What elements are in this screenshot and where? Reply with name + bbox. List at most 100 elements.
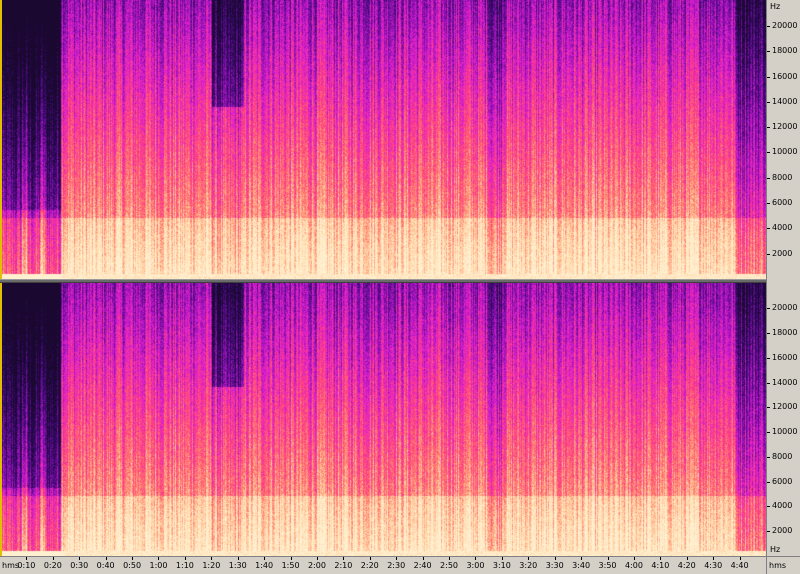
frequency-tick-label: 10000: [772, 427, 798, 437]
time-tick: [105, 557, 107, 560]
frequency-tick-label: 10000: [772, 147, 798, 157]
frequency-tick-label: 12000: [772, 402, 798, 412]
time-tick: [633, 557, 635, 560]
frequency-tick-label: 20000: [772, 20, 798, 30]
time-tick: [528, 557, 530, 560]
frequency-tick: [767, 308, 770, 310]
time-tick: [686, 557, 688, 560]
time-tick-label: 2:50: [440, 561, 459, 570]
time-tick-label: 1:20: [202, 561, 221, 570]
time-tick: [713, 557, 715, 560]
frequency-tick: [767, 357, 770, 359]
frequency-tick: [767, 456, 770, 458]
time-tick: [739, 557, 741, 560]
time-tick-label: 0:30: [70, 561, 89, 570]
time-tick: [52, 557, 54, 560]
time-tick-label: 2:00: [307, 561, 326, 570]
frequency-tick-label: 6000: [772, 476, 793, 486]
frequency-tick: [767, 333, 770, 335]
frequency-tick-label: 4000: [772, 223, 793, 233]
frequency-tick: [767, 506, 770, 508]
time-tick-label: 0:40: [96, 561, 115, 570]
frequency-tick: [767, 25, 770, 27]
frequency-tick: [767, 101, 770, 103]
time-tick-label: 2:20: [360, 561, 379, 570]
frequency-tick: [767, 481, 770, 483]
ruler-corner: hms: [766, 556, 800, 574]
frequency-tick: [767, 177, 770, 179]
time-tick: [316, 557, 318, 560]
time-tick-label: 2:10: [334, 561, 353, 570]
hz-unit-label: Hz: [770, 545, 781, 554]
frequency-tick: [767, 127, 770, 129]
frequency-ruler-top: Hz 20000 18000 16000 14000 12000 10000 8000 600…: [766, 0, 800, 281]
frequency-tick-label: 18000: [772, 46, 798, 56]
time-tick: [26, 557, 28, 560]
frequency-tick-label: 14000: [772, 96, 798, 106]
time-tick-label: 4:40: [730, 561, 749, 570]
time-tick-label: 3:00: [466, 561, 485, 570]
time-tick-label: 3:30: [545, 561, 564, 570]
time-tick: [184, 557, 186, 560]
time-tick-label: 0:50: [123, 561, 142, 570]
frequency-tick: [767, 51, 770, 53]
time-tick: [343, 557, 345, 560]
frequency-tick-label: 16000: [772, 352, 798, 362]
spectrogram-canvas-bottom: [0, 283, 766, 556]
frequency-tick: [767, 432, 770, 434]
time-tick-label: 3:50: [598, 561, 617, 570]
hz-unit-label: Hz: [770, 2, 781, 11]
time-tick-label: 0:20: [43, 561, 62, 570]
frequency-tick-label: 18000: [772, 328, 798, 338]
time-tick: [475, 557, 477, 560]
time-tick-label: 1:10: [175, 561, 194, 570]
frequency-tick-label: 14000: [772, 377, 798, 387]
frequency-tick-label: 4000: [772, 501, 793, 511]
time-tick: [237, 557, 239, 560]
frequency-tick-label: 12000: [772, 122, 798, 132]
frequency-tick-label: 16000: [772, 71, 798, 81]
time-tick-label: 2:40: [413, 561, 432, 570]
time-tick-label: 3:10: [492, 561, 511, 570]
time-tick: [660, 557, 662, 560]
time-tick-label: 4:30: [704, 561, 723, 570]
time-tick-label: 1:30: [228, 561, 247, 570]
time-tick: [79, 557, 81, 560]
spectrogram-bottom-channel[interactable]: [0, 283, 766, 556]
frequency-tick: [767, 531, 770, 533]
spectrogram-top-channel[interactable]: [0, 0, 766, 279]
time-tick: [449, 557, 451, 560]
time-tick-label: 1:50: [281, 561, 300, 570]
frequency-tick-label: 8000: [772, 172, 793, 182]
frequency-tick: [767, 407, 770, 409]
frequency-tick-label: 2000: [772, 526, 793, 536]
time-tick-label: 3:40: [572, 561, 591, 570]
frequency-tick: [767, 76, 770, 78]
time-tick: [132, 557, 134, 560]
time-tick-label: 4:00: [624, 561, 643, 570]
time-tick-label: 4:20: [677, 561, 696, 570]
frequency-tick: [767, 228, 770, 230]
time-tick-label: 2:30: [387, 561, 406, 570]
time-tick-label: 3:20: [519, 561, 538, 570]
time-unit-right: hms: [769, 561, 787, 570]
frequency-tick: [767, 253, 770, 255]
time-tick: [554, 557, 556, 560]
time-tick: [369, 557, 371, 560]
frequency-tick: [767, 152, 770, 154]
time-ruler[interactable]: hms 0:10 0:20 0:30 0:40 0:50 1:00 1:10 1:20 1:30…: [0, 556, 766, 574]
frequency-ruler-bottom: Hz 20000 18000 16000 14000 12000 10000 8000 600…: [766, 281, 800, 556]
frequency-tick-label: 20000: [772, 303, 798, 313]
frequency-tick-label: 8000: [772, 451, 793, 461]
time-tick-label: 1:00: [149, 561, 168, 570]
position-marker-top: [0, 0, 2, 279]
time-tick: [211, 557, 213, 560]
spectrogram-canvas-top: [0, 0, 766, 279]
frequency-tick: [767, 382, 770, 384]
time-tick-label: 0:10: [17, 561, 36, 570]
time-tick: [264, 557, 266, 560]
time-tick-label: 1:40: [255, 561, 274, 570]
frequency-tick: [767, 203, 770, 205]
time-tick-label: 4:10: [651, 561, 670, 570]
time-tick: [396, 557, 398, 560]
